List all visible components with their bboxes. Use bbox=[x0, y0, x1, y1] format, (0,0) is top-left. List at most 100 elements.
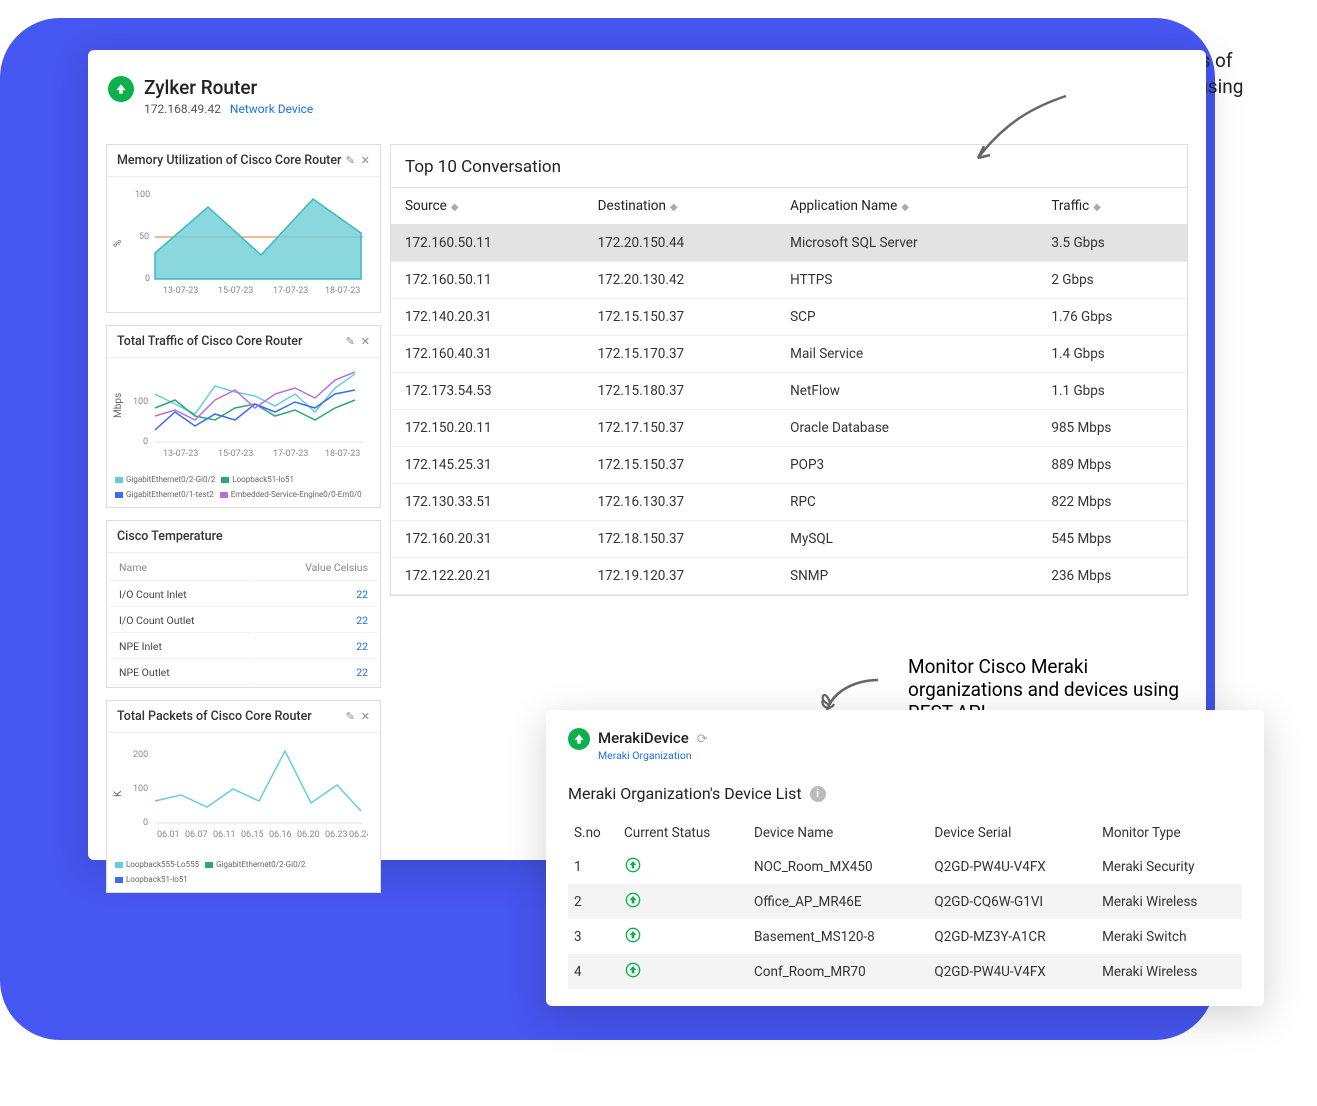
table-row[interactable]: 172.145.25.31 172.15.150.37 POP3 889 Mbp… bbox=[391, 447, 1187, 484]
packets-chart: K 200 100 0 06.01 06.07 06.11 06.15 06.1… bbox=[107, 733, 380, 858]
svg-text:06.11: 06.11 bbox=[213, 830, 236, 840]
temp-name: I/O Count Inlet bbox=[109, 583, 252, 607]
refresh-icon[interactable]: ⟳ bbox=[697, 732, 708, 747]
widget-memory-title: Memory Utilization of Cisco Core Router bbox=[117, 153, 341, 168]
cell-sno: 1 bbox=[568, 849, 618, 884]
table-row: NPE Outlet22 bbox=[109, 661, 378, 685]
svg-text:06.20: 06.20 bbox=[297, 830, 320, 840]
table-row[interactable]: 172.160.40.31 172.15.170.37 Mail Service… bbox=[391, 336, 1187, 373]
col-device-serial: Device Serial bbox=[928, 817, 1096, 849]
widget-temperature: Cisco Temperature Name Value Celsius I/O… bbox=[106, 520, 381, 688]
edit-icon[interactable]: ✎ bbox=[346, 154, 355, 167]
cell-app: SCP bbox=[776, 299, 1037, 336]
meraki-subtitle-link[interactable]: Meraki Organization bbox=[598, 749, 708, 762]
cell-app: HTTPS bbox=[776, 262, 1037, 299]
cell-source: 172.173.54.53 bbox=[391, 373, 584, 410]
sort-icon: ◆ bbox=[670, 202, 678, 213]
cell-app: Mail Service bbox=[776, 336, 1037, 373]
close-icon[interactable]: ✕ bbox=[361, 335, 370, 348]
conversation-table: Source◆ Destination◆ Application Name◆ T… bbox=[391, 187, 1187, 595]
cell-monitor-type: Meraki Security bbox=[1096, 849, 1242, 884]
cell-source: 172.160.20.31 bbox=[391, 521, 584, 558]
svg-text:06.01: 06.01 bbox=[157, 830, 180, 840]
edit-icon[interactable]: ✎ bbox=[346, 710, 355, 723]
col-status: Current Status bbox=[618, 817, 748, 849]
status-up-icon bbox=[624, 856, 642, 874]
widget-packets: Total Packets of Cisco Core Router ✎ ✕ K… bbox=[106, 700, 381, 893]
edit-icon[interactable]: ✎ bbox=[346, 335, 355, 348]
svg-text:%: % bbox=[113, 240, 124, 247]
table-row[interactable]: 172.173.54.53 172.15.180.37 NetFlow 1.1 … bbox=[391, 373, 1187, 410]
temp-value[interactable]: 22 bbox=[254, 583, 378, 607]
status-up-icon bbox=[624, 891, 642, 909]
svg-text:13-07-23: 13-07-23 bbox=[163, 449, 198, 459]
cell-app: MySQL bbox=[776, 521, 1037, 558]
table-row[interactable]: 172.122.20.21 172.19.120.37 SNMP 236 Mbp… bbox=[391, 558, 1187, 595]
svg-text:0: 0 bbox=[145, 274, 150, 284]
table-row[interactable]: 172.160.50.11 172.20.130.42 HTTPS 2 Gbps bbox=[391, 262, 1187, 299]
col-destination[interactable]: Destination◆ bbox=[584, 188, 777, 225]
meraki-device-table: S.no Current Status Device Name Device S… bbox=[568, 817, 1242, 989]
svg-text:100: 100 bbox=[135, 190, 150, 200]
table-row[interactable]: 172.130.33.51 172.16.130.37 RPC 822 Mbps bbox=[391, 484, 1187, 521]
cell-dest: 172.20.150.44 bbox=[584, 225, 777, 262]
svg-text:K: K bbox=[113, 790, 124, 797]
widget-traffic: Total Traffic of Cisco Core Router ✎ ✕ M… bbox=[106, 325, 381, 508]
table-row[interactable]: 172.150.20.11 172.17.150.37 Oracle Datab… bbox=[391, 410, 1187, 447]
table-row[interactable]: 172.140.20.31 172.15.150.37 SCP 1.76 Gbp… bbox=[391, 299, 1187, 336]
device-type-link[interactable]: Network Device bbox=[230, 102, 313, 116]
svg-text:06.23: 06.23 bbox=[325, 830, 348, 840]
col-application[interactable]: Application Name◆ bbox=[776, 188, 1037, 225]
widget-packets-title: Total Packets of Cisco Core Router bbox=[117, 709, 312, 724]
temp-value[interactable]: 22 bbox=[254, 635, 378, 659]
cell-dest: 172.15.180.37 bbox=[584, 373, 777, 410]
cell-device-name: Office_AP_MR46E bbox=[748, 884, 928, 919]
svg-text:0: 0 bbox=[143, 818, 148, 828]
cell-status bbox=[618, 884, 748, 919]
cell-dest: 172.15.150.37 bbox=[584, 299, 777, 336]
cell-app: NetFlow bbox=[776, 373, 1037, 410]
table-row[interactable]: 3 Basement_MS120-8 Q2GD-MZ3Y-A1CR Meraki… bbox=[568, 919, 1242, 954]
device-ip: 172.168.49.42 bbox=[144, 102, 221, 116]
svg-text:100: 100 bbox=[133, 397, 148, 407]
temp-value[interactable]: 22 bbox=[254, 609, 378, 633]
table-row[interactable]: 2 Office_AP_MR46E Q2GD-CQ6W-G1VI Meraki … bbox=[568, 884, 1242, 919]
device-subtitle: 172.168.49.42 Network Device bbox=[144, 102, 313, 116]
side-widgets-column: Memory Utilization of Cisco Core Router … bbox=[106, 144, 381, 893]
svg-text:06.07: 06.07 bbox=[185, 830, 208, 840]
cell-monitor-type: Meraki Wireless bbox=[1096, 954, 1242, 989]
cell-app: Microsoft SQL Server bbox=[776, 225, 1037, 262]
cell-dest: 172.17.150.37 bbox=[584, 410, 777, 447]
table-row[interactable]: 4 Conf_Room_MR70 Q2GD-PW4U-V4FX Meraki W… bbox=[568, 954, 1242, 989]
temp-value[interactable]: 22 bbox=[254, 661, 378, 685]
arrow-icon bbox=[966, 86, 1076, 176]
close-icon[interactable]: ✕ bbox=[361, 710, 370, 723]
widget-temp-title: Cisco Temperature bbox=[117, 529, 223, 544]
table-row[interactable]: 172.160.50.11 172.20.150.44 Microsoft SQ… bbox=[391, 225, 1187, 262]
temp-col-name: Name bbox=[109, 555, 252, 581]
widget-memory: Memory Utilization of Cisco Core Router … bbox=[106, 144, 381, 313]
col-source[interactable]: Source◆ bbox=[391, 188, 584, 225]
cell-traffic: 236 Mbps bbox=[1037, 558, 1187, 595]
temp-col-value: Value Celsius bbox=[254, 555, 378, 581]
cell-device-name: Basement_MS120-8 bbox=[748, 919, 928, 954]
cell-dest: 172.15.170.37 bbox=[584, 336, 777, 373]
svg-text:100: 100 bbox=[133, 784, 148, 794]
cell-device-serial: Q2GD-CQ6W-G1VI bbox=[928, 884, 1096, 919]
status-up-icon bbox=[624, 926, 642, 944]
table-row[interactable]: 172.160.20.31 172.18.150.37 MySQL 545 Mb… bbox=[391, 521, 1187, 558]
traffic-chart: Mbps 100 0 13-07-23 15-07-23 17-07-23 18… bbox=[107, 358, 380, 473]
info-icon[interactable]: i bbox=[810, 786, 826, 802]
cell-device-serial: Q2GD-PW4U-V4FX bbox=[928, 849, 1096, 884]
cell-traffic: 2 Gbps bbox=[1037, 262, 1187, 299]
cell-status bbox=[618, 919, 748, 954]
device-header: Zylker Router 172.168.49.42 Network Devi… bbox=[108, 76, 313, 116]
memory-chart: % 100 50 0 13-07-23 15-07-23 17-07-23 18… bbox=[107, 177, 380, 312]
col-traffic[interactable]: Traffic◆ bbox=[1037, 188, 1187, 225]
svg-text:06.24: 06.24 bbox=[349, 830, 368, 840]
close-icon[interactable]: ✕ bbox=[361, 154, 370, 167]
table-row[interactable]: 1 NOC_Room_MX450 Q2GD-PW4U-V4FX Meraki S… bbox=[568, 849, 1242, 884]
temp-name: NPE Outlet bbox=[109, 661, 252, 685]
conversation-panel: Top 10 Conversation Source◆ Destination◆… bbox=[390, 144, 1188, 596]
cell-device-name: NOC_Room_MX450 bbox=[748, 849, 928, 884]
